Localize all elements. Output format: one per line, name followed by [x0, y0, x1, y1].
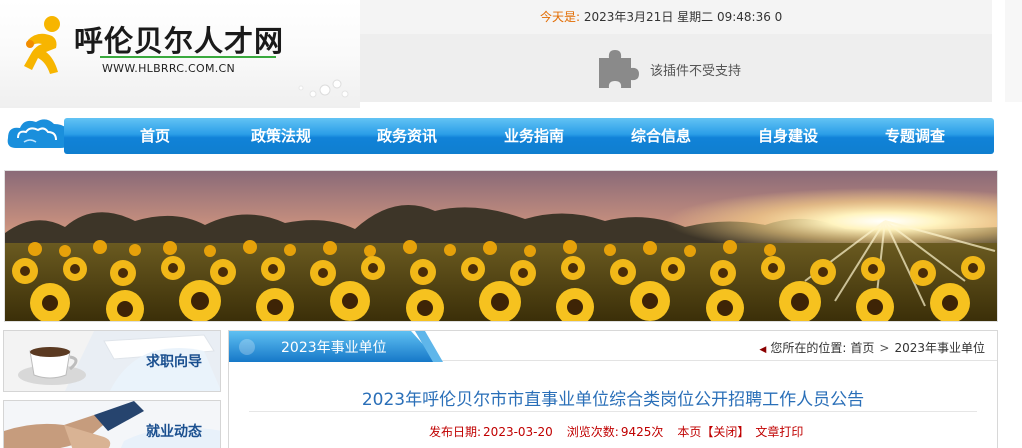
logo-underline	[100, 56, 276, 58]
breadcrumb-prefix: 您所在的位置:	[770, 341, 847, 355]
nav-item-general-info[interactable]: 综合信息	[631, 118, 691, 154]
header: 呼伦贝尔人才网 WWW.HLBRRC.COM.CN 今天是: 2023年3月21…	[0, 0, 1022, 108]
views-count: 9425次	[620, 425, 664, 439]
title-divider	[249, 411, 977, 412]
publish-date: 2023-03-20	[483, 425, 553, 439]
date-value: 2023年3月21日 星期二 09:48:36 0	[583, 10, 783, 24]
breadcrumb-arrow-icon: ◀	[759, 345, 767, 355]
breadcrumb-separator: >	[879, 341, 890, 355]
print-article-link[interactable]: 文章打印	[755, 425, 803, 439]
sidebar-item-job-guide[interactable]: 求职向导	[3, 330, 221, 392]
breadcrumb-home[interactable]: 首页	[850, 341, 874, 355]
plugin-unsupported-message: 该插件不受支持	[650, 64, 742, 79]
sidebar-item-employment-news[interactable]: 就业动态	[3, 400, 221, 448]
site-title[interactable]: 呼伦贝尔人才网	[74, 18, 284, 60]
sunflower-banner	[4, 170, 998, 322]
main-nav: 首页 政策法规 政务资讯 业务指南 综合信息 自身建设 专题调查	[4, 116, 994, 156]
sunflower-field-image	[5, 171, 997, 321]
nav-item-home[interactable]: 首页	[140, 118, 170, 154]
site-url[interactable]: WWW.HLBRRC.COM.CN	[102, 62, 235, 75]
article-meta: 发布日期: 2023-03-20 浏览次数: 9425次 本页【关闭】 文章打印	[429, 423, 809, 440]
nav-item-surveys[interactable]: 专题调查	[885, 118, 945, 154]
nav-item-policy[interactable]: 政策法规	[251, 118, 311, 154]
close-page-link[interactable]: 【关闭】	[701, 425, 749, 439]
sidebar-item-label: 求职向导	[146, 354, 202, 370]
nav-item-guide[interactable]: 业务指南	[504, 118, 564, 154]
breadcrumb-current[interactable]: 2023年事业单位	[894, 341, 985, 355]
views-label: 浏览次数:	[566, 425, 619, 439]
sidebar-item-label: 就业动态	[146, 424, 202, 440]
logo-area: 呼伦贝尔人才网 WWW.HLBRRC.COM.CN	[0, 0, 360, 108]
nav-item-gov-news[interactable]: 政务资讯	[377, 118, 437, 154]
article-title: 2023年呼伦贝尔市市直事业单位综合类岗位公开招聘工作人员公告	[361, 390, 865, 410]
nav-bar: 首页 政策法规 政务资讯 业务指南 综合信息 自身建设 专题调查	[64, 118, 994, 154]
logo-runner-icon	[24, 16, 60, 74]
content-panel: 2023年事业单位 ◀ 您所在的位置: 首页 >2023年事业单位 2023年呼伦贝尔…	[228, 330, 998, 448]
page: 呼伦贝尔人才网 WWW.HLBRRC.COM.CN 今天是: 2023年3月21…	[0, 0, 1022, 448]
breadcrumb: ◀ 您所在的位置: 首页 >2023年事业单位	[759, 339, 985, 356]
date-line: 今天是: 2023年3月21日 星期二 09:48:36 0	[540, 8, 782, 25]
header-right-panel: 今天是: 2023年3月21日 星期二 09:48:36 0 该插件不受支持	[360, 0, 992, 102]
nav-item-self-building[interactable]: 自身建设	[758, 118, 818, 154]
decorative-bubbles	[298, 79, 349, 98]
header-edge-strip	[1005, 0, 1022, 102]
publish-date-label: 发布日期:	[429, 425, 482, 439]
puzzle-icon	[599, 50, 639, 88]
date-label: 今天是:	[540, 10, 581, 24]
content-header: 2023年事业单位 ◀ 您所在的位置: 首页 >2023年事业单位	[229, 331, 997, 362]
page-label: 本页	[677, 425, 702, 439]
section-title: 2023年事业单位	[281, 340, 387, 356]
